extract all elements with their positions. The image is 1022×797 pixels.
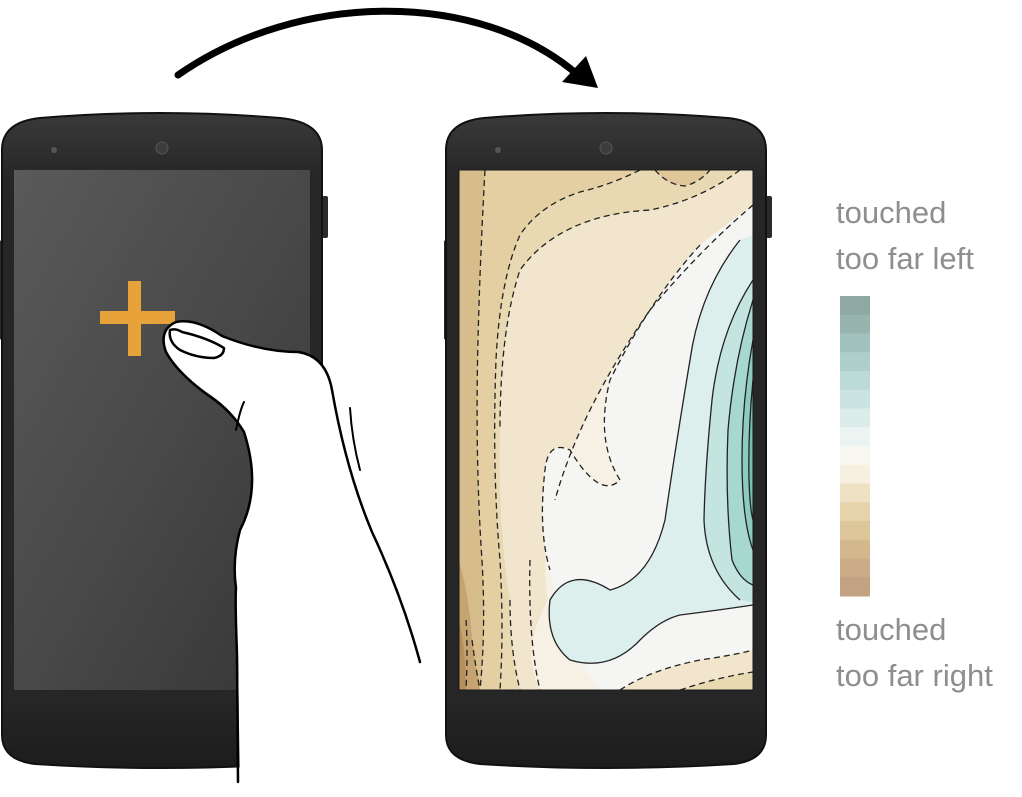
legend-swatch — [840, 446, 870, 466]
legend-swatch — [840, 577, 870, 597]
right-earpiece-icon — [599, 141, 613, 155]
legend-top-label: touched too far left — [836, 190, 974, 282]
legend-top-line2: too far left — [836, 241, 974, 276]
left-earpiece-icon — [155, 141, 169, 155]
legend-swatch — [840, 371, 870, 391]
right-front-camera-icon — [495, 147, 501, 153]
legend-swatch — [840, 427, 870, 447]
legend-swatch — [840, 333, 870, 353]
legend-bottom-line1: touched — [836, 612, 947, 647]
legend-swatch — [840, 408, 870, 428]
legend-color-scale — [840, 296, 870, 597]
legend-swatch — [840, 539, 870, 559]
legend-bottom-line2: too far right — [836, 658, 993, 693]
left-front-camera-icon — [51, 147, 57, 153]
legend-swatch — [840, 521, 870, 541]
touch-offset-heatmap — [459, 170, 753, 690]
legend-swatch — [840, 483, 870, 503]
legend-swatch — [840, 389, 870, 409]
legend-swatch — [840, 558, 870, 578]
legend-top-line1: touched — [836, 195, 947, 230]
legend-swatch — [840, 502, 870, 522]
legend-swatch — [840, 352, 870, 372]
curved-arrow-icon — [174, 7, 598, 88]
legend-swatch — [840, 314, 870, 334]
legend-swatch — [840, 296, 870, 316]
legend-bottom-label: touched too far right — [836, 607, 993, 699]
legend-swatch — [840, 464, 870, 484]
